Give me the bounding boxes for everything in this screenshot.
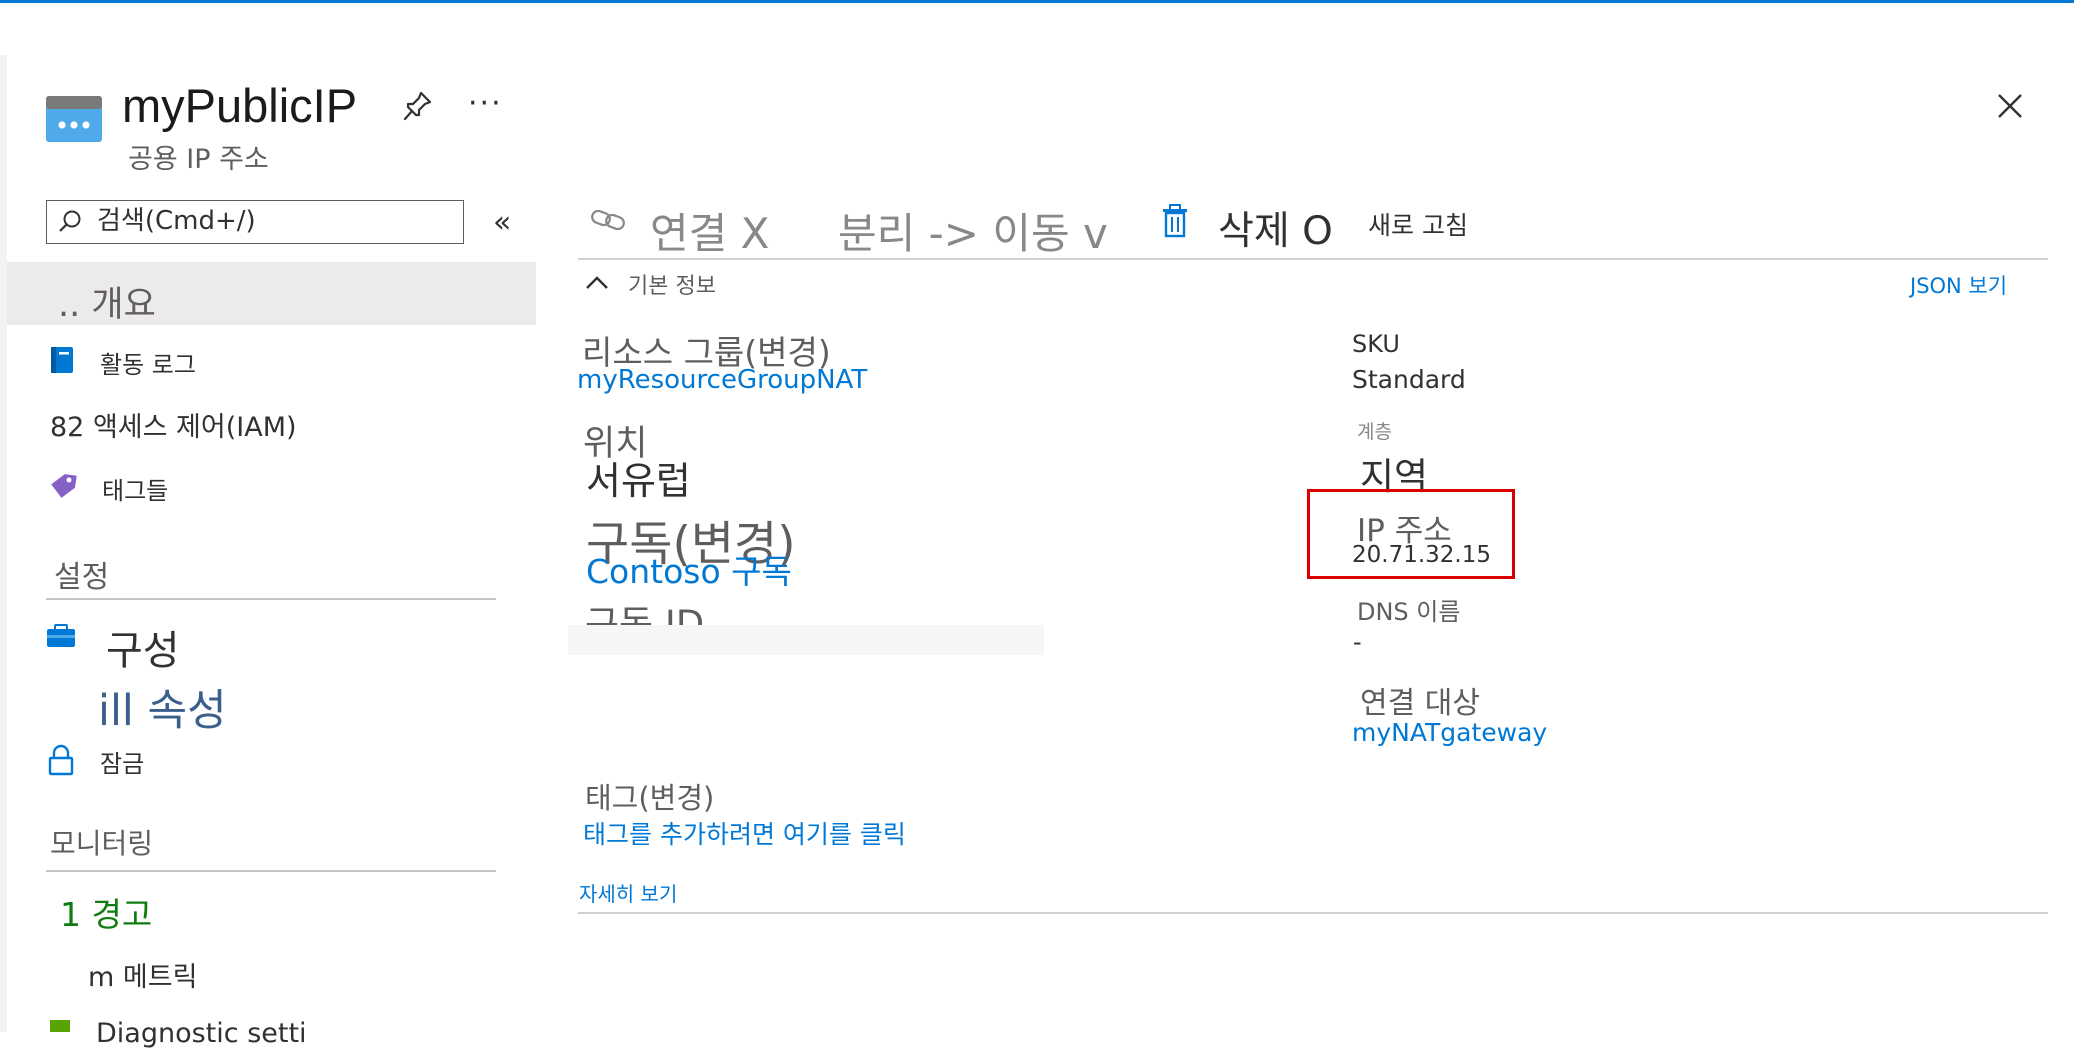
location-value: 서유럽 [586, 459, 691, 503]
nav-access-control[interactable]: 82 액세스 제어(IAM) [50, 405, 297, 444]
subscription-id-redacted [568, 625, 1044, 655]
settings-section-header: 설정 [54, 560, 110, 595]
sku-value: Standard [1352, 365, 1466, 394]
dns-name-label: DNS 이름 [1357, 598, 1461, 626]
public-ip-resource-icon [46, 96, 102, 142]
configuration-icon [46, 624, 76, 648]
dissociate-move-button[interactable]: 분리 -> 이동 v [838, 200, 1108, 261]
tags-label[interactable]: 태그(변경) [585, 775, 714, 817]
sku-label: SKU [1352, 330, 1400, 358]
nav-metrics[interactable]: m 메트릭 [88, 955, 197, 994]
nav-alerts[interactable]: 1 경고 [60, 888, 152, 936]
nav-configuration[interactable]: 구성 [106, 618, 180, 676]
resource-group-link[interactable]: myResourceGroupNAT [577, 365, 867, 395]
tag-icon [48, 472, 78, 502]
tier-label: 계층 [1357, 421, 1392, 443]
toolbar-divider [578, 258, 2048, 260]
close-icon[interactable] [1996, 92, 2024, 120]
nav-diagnostic-settings[interactable]: Diagnostic setti [96, 1018, 307, 1049]
diagnostic-settings-icon [50, 1020, 70, 1032]
nav-overview-label: .. 개요 [58, 285, 156, 325]
add-tags-link[interactable]: 태그를 추가하려면 여기를 클릭 [583, 815, 906, 851]
chevron-up-icon[interactable] [585, 274, 609, 290]
essentials-bottom-divider [578, 912, 2048, 914]
subscription-link[interactable]: Contoso 구독 [586, 545, 792, 593]
lock-icon [48, 744, 74, 776]
search-input[interactable] [97, 203, 452, 239]
search-box[interactable] [46, 200, 464, 244]
associated-to-link[interactable]: myNATgateway [1352, 718, 1547, 747]
associate-button[interactable]: 연결 X [650, 200, 769, 261]
pin-icon[interactable] [403, 90, 433, 122]
portal-left-edge [0, 55, 7, 1032]
page-subtitle: 공용 IP 주소 [128, 144, 269, 175]
ip-address-value: 20.71.32.15 [1352, 542, 1491, 568]
nav-tags[interactable]: 태그들 [102, 471, 168, 506]
refresh-button[interactable]: 새로 고침 [1368, 206, 1468, 242]
link-icon [590, 206, 626, 234]
page-title: myPublicIP [122, 79, 358, 132]
more-options-icon[interactable]: ··· [468, 86, 503, 121]
delete-icon [1162, 204, 1188, 238]
dns-name-value: - [1353, 628, 1362, 656]
search-icon [57, 209, 83, 235]
monitoring-divider [46, 870, 496, 872]
activity-log-icon [50, 346, 74, 374]
monitoring-section-header: 모니터링 [50, 827, 154, 860]
json-view-link[interactable]: JSON 보기 [1910, 270, 2007, 300]
nav-activity-log[interactable]: 활동 로그 [100, 345, 196, 380]
see-more-link[interactable]: 자세히 보기 [579, 878, 677, 907]
associated-to-label: 연결 대상 [1360, 686, 1480, 721]
collapse-sidebar-icon[interactable]: « [493, 205, 511, 240]
delete-button[interactable]: 삭제 O [1218, 200, 1333, 256]
nav-locks[interactable]: 잠금 [100, 744, 144, 779]
settings-divider [46, 598, 496, 600]
top-accent-line [0, 0, 2074, 3]
essentials-header[interactable]: 기본 정보 [628, 268, 716, 300]
nav-properties[interactable]: ill 속성 [98, 676, 227, 738]
